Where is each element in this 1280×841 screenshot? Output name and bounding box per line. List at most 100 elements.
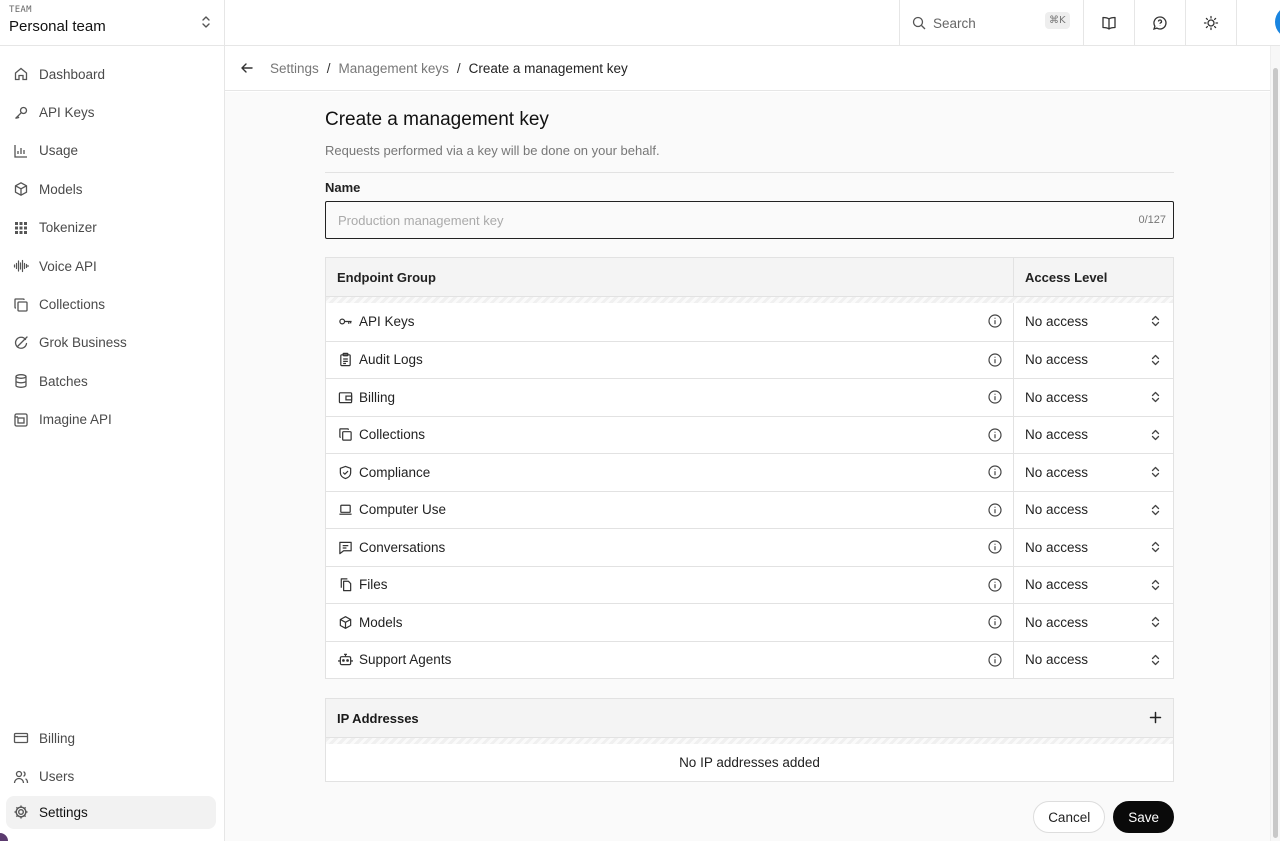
scrollbar[interactable] — [1270, 46, 1280, 841]
ip-addresses-header: IP Addresses — [326, 699, 1173, 737]
search-shortcut: ⌘K — [1045, 12, 1070, 29]
info-icon[interactable] — [988, 577, 1002, 592]
scrollbar-thumb[interactable] — [1273, 68, 1278, 838]
key-icon — [12, 104, 30, 122]
sidebar-item-voice-api[interactable]: Voice API — [0, 247, 224, 285]
key-icon — [337, 314, 353, 330]
help-chat-icon — [1152, 15, 1168, 31]
access-level-select[interactable]: No access — [1013, 454, 1173, 491]
breadcrumb-management-keys[interactable]: Management keys — [339, 61, 449, 76]
breadcrumb: Settings / Management keys / Create a ma… — [225, 46, 1270, 91]
info-icon[interactable] — [988, 427, 1002, 442]
page-title: Create a management key — [325, 109, 549, 130]
table-row-computer-use: Computer Use No access — [326, 490, 1173, 528]
name-label: Name — [325, 180, 361, 195]
breadcrumb-settings[interactable]: Settings — [270, 61, 319, 76]
chevron-updown-icon — [1151, 354, 1160, 366]
access-level-select[interactable]: No access — [1013, 303, 1173, 341]
chevron-updown-icon — [1151, 616, 1160, 628]
info-icon[interactable] — [988, 615, 1002, 629]
access-level-select[interactable]: No access — [1013, 566, 1173, 603]
access-level-select[interactable]: No access — [1013, 491, 1173, 528]
save-button[interactable]: Save — [1113, 801, 1174, 833]
cancel-button[interactable]: Cancel — [1033, 801, 1106, 833]
avatar[interactable]: M — [1275, 6, 1280, 38]
sidebar-item-label: Voice API — [39, 258, 97, 274]
sidebar-item-imagine-api[interactable]: Imagine API — [0, 401, 224, 439]
top-bar: Search ⌘K M — [225, 0, 1280, 46]
endpoint-group-cell: Compliance — [326, 454, 1013, 491]
chevron-updown-icon — [1151, 504, 1160, 516]
info-icon[interactable] — [988, 652, 1002, 667]
ip-addresses-section: IP Addresses No IP addresses added — [325, 698, 1174, 782]
access-level-select[interactable]: No access — [1013, 341, 1173, 378]
sidebar-item-billing[interactable]: Billing — [0, 719, 224, 757]
info-icon[interactable] — [988, 502, 1002, 517]
search-icon — [912, 16, 926, 30]
database-icon — [12, 372, 30, 390]
endpoint-group-cell: Audit Logs — [326, 342, 1013, 379]
search-button[interactable]: Search ⌘K — [900, 0, 1084, 46]
name-field[interactable] — [326, 202, 1173, 238]
sidebar-item-tokenizer[interactable]: Tokenizer — [0, 209, 224, 247]
endpoint-group-label: API Keys — [359, 314, 415, 330]
access-level-select[interactable]: No access — [1013, 379, 1173, 416]
grok-icon — [12, 334, 30, 352]
info-icon[interactable] — [988, 314, 1002, 328]
info-icon[interactable] — [988, 352, 1002, 367]
sidebar-bottom-nav: Billing Users Settings — [0, 719, 224, 829]
sidebar-item-models[interactable]: Models — [0, 170, 224, 208]
breadcrumb-separator: / — [456, 60, 461, 76]
access-level-value: No access — [1025, 652, 1089, 668]
chart-icon — [12, 142, 30, 160]
info-icon[interactable] — [988, 465, 1002, 479]
table-row-api-keys: API Keys No access — [326, 303, 1173, 341]
support-button[interactable] — [1134, 0, 1185, 46]
docs-button[interactable] — [1083, 0, 1134, 46]
sidebar-item-label: Imagine API — [39, 412, 112, 428]
sidebar-item-dashboard[interactable]: Dashboard — [0, 55, 224, 93]
endpoint-group-cell: Models — [326, 604, 1013, 641]
info-icon[interactable] — [988, 390, 1002, 404]
info-icon[interactable] — [988, 540, 1002, 554]
sidebar-item-batches[interactable]: Batches — [0, 362, 224, 400]
sidebar-item-label: Grok Business — [39, 335, 127, 351]
theme-toggle[interactable] — [1185, 0, 1236, 46]
endpoint-group-label: Computer Use — [359, 502, 447, 518]
endpoint-group-label: Files — [359, 577, 388, 593]
endpoint-group-label: Collections — [359, 427, 426, 443]
sidebar-item-label: Collections — [39, 297, 106, 313]
waveform-icon — [12, 257, 30, 275]
access-level-value: No access — [1025, 352, 1089, 368]
access-level-select[interactable]: No access — [1013, 416, 1173, 453]
access-level-value: No access — [1025, 427, 1089, 443]
endpoint-group-cell: API Keys — [326, 303, 1013, 341]
access-level-value: No access — [1025, 464, 1089, 480]
team-switcher[interactable]: TEAM Personal team — [0, 0, 224, 46]
access-level-value: No access — [1025, 314, 1089, 330]
sidebar: TEAM Personal team Dashboard API Keys Us… — [0, 0, 225, 841]
sidebar-item-settings[interactable]: Settings — [6, 795, 216, 829]
cube-icon — [12, 180, 30, 198]
ip-divider — [326, 737, 1173, 744]
access-level-select[interactable]: No access — [1013, 604, 1173, 641]
sidebar-item-collections[interactable]: Collections — [0, 285, 224, 323]
endpoint-group-label: Conversations — [359, 539, 446, 555]
account-menu[interactable]: M — [1236, 0, 1280, 46]
sidebar-item-usage[interactable]: Usage — [0, 132, 224, 170]
sidebar-item-label: Tokenizer — [39, 220, 97, 236]
endpoint-group-cell: Support Agents — [326, 642, 1013, 679]
access-level-select[interactable]: No access — [1013, 529, 1173, 566]
clipboard-icon — [337, 352, 353, 368]
name-field-wrapper: 0/127 — [325, 201, 1174, 239]
sidebar-item-grok-business[interactable]: Grok Business — [0, 324, 224, 362]
add-ip-button[interactable] — [1148, 710, 1163, 725]
breadcrumb-separator: / — [326, 60, 331, 76]
breadcrumb-current: Create a management key — [468, 60, 628, 76]
back-arrow-icon[interactable] — [240, 61, 254, 75]
access-level-select[interactable]: No access — [1013, 641, 1173, 678]
sidebar-item-api-keys[interactable]: API Keys — [0, 93, 224, 131]
endpoint-group-cell: Billing — [326, 379, 1013, 416]
endpoint-group-cell: Files — [326, 567, 1013, 604]
sidebar-item-users[interactable]: Users — [0, 757, 224, 795]
